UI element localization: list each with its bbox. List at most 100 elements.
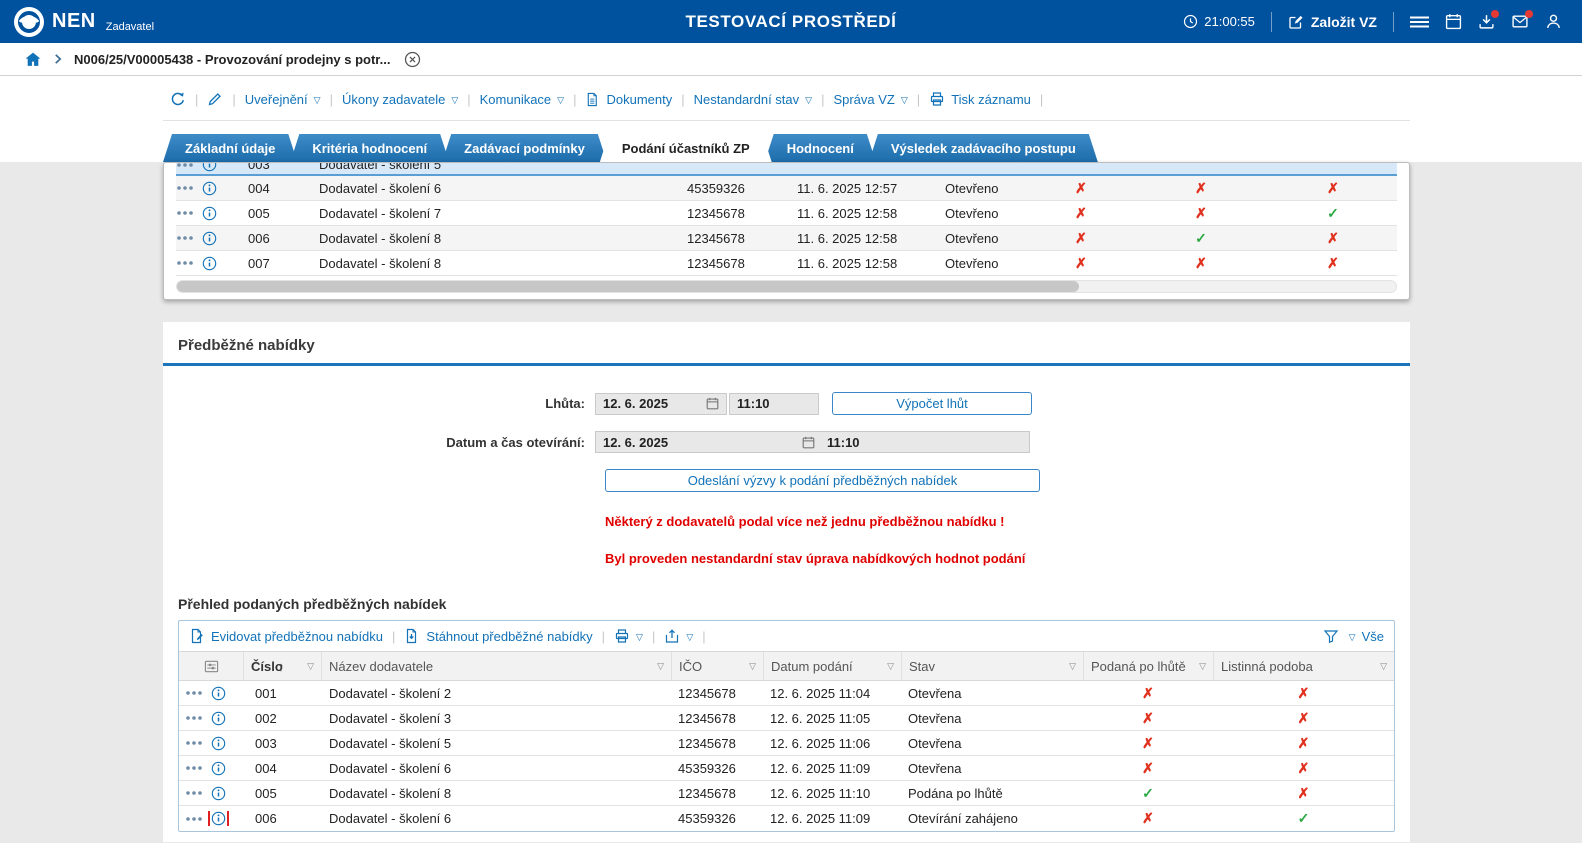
home-icon[interactable] (24, 51, 42, 68)
table-row[interactable]: 002Dodavatel - školení 31234567812. 6. 2… (179, 706, 1394, 731)
chevron-down-icon: ▽ (636, 632, 643, 643)
column-header-num[interactable]: Číslo↑▽ (243, 652, 321, 680)
create-vz-button[interactable]: Založit VZ (1288, 14, 1377, 30)
table-row[interactable]: 005Dodavatel - školení 71234567811. 6. 2… (176, 201, 1397, 226)
row-menu-icon[interactable] (185, 736, 203, 750)
table-row[interactable]: 004Dodavatel - školení 64535932611. 6. 2… (176, 176, 1397, 201)
row-info-icon[interactable] (202, 181, 217, 196)
row-menu-icon[interactable] (176, 231, 194, 245)
filter-caret-icon[interactable]: ▽ (1199, 661, 1206, 672)
breadcrumb-item[interactable]: N006/25/V00005438 - Provozování prodejny… (74, 52, 390, 67)
filter-caret-icon[interactable]: ▽ (1380, 661, 1387, 672)
column-header-name[interactable]: Název dodavatele▽ (321, 652, 671, 680)
column-header-paper[interactable]: Listinná podoba▽ (1213, 652, 1394, 680)
row-info-icon[interactable] (202, 256, 217, 271)
messages-icon[interactable] (1511, 13, 1529, 30)
tab-3[interactable]: Podání účastníků ZP (600, 134, 772, 162)
toolbar-item-3[interactable]: Dokumenty (585, 92, 672, 107)
document-icon (585, 92, 600, 107)
print-button[interactable]: ▽ (614, 628, 643, 644)
register-preliminary-offer-button[interactable]: Evidovat předběžnou nabídku (189, 628, 383, 644)
row-menu-icon[interactable] (176, 163, 194, 172)
calendar-icon[interactable] (706, 397, 719, 410)
toolbar-item-5[interactable]: Správa VZ▽ (833, 92, 907, 107)
column-settings-button[interactable] (179, 652, 243, 680)
chevron-down-icon: ▽ (451, 95, 458, 106)
table-row[interactable]: 006Dodavatel - školení 64535932612. 6. 2… (179, 806, 1394, 831)
row-menu-icon[interactable] (176, 256, 194, 270)
cell-status: Otevřeno (939, 176, 1031, 201)
downloads-icon[interactable] (1478, 13, 1495, 30)
edit-record-icon[interactable] (207, 91, 223, 107)
tab-2[interactable]: Zadávací podmínky (442, 134, 607, 162)
cell-status: Otevřeno (939, 201, 1031, 226)
row-info-icon[interactable] (202, 163, 217, 172)
cell-number: 006 (236, 226, 311, 251)
printer-icon (929, 91, 945, 107)
table-row[interactable]: 003Dodavatel - školení 5 (176, 163, 1397, 176)
row-info-icon[interactable] (211, 761, 226, 776)
cell-number: 004 (236, 176, 311, 201)
send-invitation-button[interactable]: Odeslání výzvy k podání předběžných nabí… (605, 469, 1040, 492)
toolbar-item-1[interactable]: Úkony zadavatele ▽ (342, 92, 458, 107)
calendar-icon[interactable] (1445, 13, 1462, 30)
deadline-date-field[interactable]: 12. 6. 2025 (595, 393, 727, 415)
toolbar-item-2[interactable]: Komunikace▽ (480, 92, 564, 107)
table-row[interactable]: 001Dodavatel - školení 21234567812. 6. 2… (179, 681, 1394, 706)
table-row[interactable]: 006Dodavatel - školení 81234567811. 6. 2… (176, 226, 1397, 251)
nen-home-link[interactable]: NEN Zadavatel (0, 7, 154, 37)
toolbar-item-label: Úkony zadavatele (342, 92, 445, 107)
tab-5[interactable]: Výsledek zadávacího postupu (869, 134, 1098, 162)
column-header-stav[interactable]: Stav▽ (901, 652, 1083, 680)
deadline-time-field[interactable]: 11:10 (729, 393, 819, 415)
row-menu-icon[interactable] (176, 206, 194, 220)
calendar-icon[interactable] (802, 436, 815, 449)
export-button[interactable]: ▽ (664, 628, 693, 644)
column-header-late[interactable]: Podaná po lhůtě▽ (1083, 652, 1213, 680)
table-row[interactable]: 003Dodavatel - školení 51234567812. 6. 2… (179, 731, 1394, 756)
filter-caret-icon[interactable]: ▽ (657, 661, 664, 672)
filter-caret-icon[interactable]: ▽ (1069, 661, 1076, 672)
filter-button[interactable] (1323, 628, 1339, 644)
filter-caret-icon[interactable]: ▽ (887, 661, 894, 672)
history-icon[interactable] (170, 91, 186, 107)
column-header-date[interactable]: Datum podání▽ (763, 652, 901, 680)
column-header-ico[interactable]: IČO▽ (671, 652, 763, 680)
row-info-icon[interactable] (211, 686, 226, 701)
row-menu-icon[interactable] (176, 181, 194, 195)
toolbar-item-4[interactable]: Nestandardní stav▽ (694, 92, 812, 107)
section-divider (163, 363, 1410, 366)
close-record-icon[interactable] (404, 51, 421, 68)
calculate-deadlines-button[interactable]: Výpočet lhůt (832, 392, 1032, 415)
toolbar-item-0[interactable]: Uveřejnění▽ (245, 92, 321, 107)
divider (1271, 12, 1272, 32)
partial-selected-row[interactable]: 003Dodavatel - školení 5 (176, 163, 1397, 176)
row-menu-icon[interactable] (185, 812, 203, 826)
scrollbar-thumb[interactable] (177, 281, 1079, 292)
row-info-icon[interactable] (211, 786, 226, 801)
opening-datetime-field[interactable]: 12. 6. 2025 11:10 (595, 431, 1030, 453)
row-menu-icon[interactable] (185, 761, 203, 775)
table-row[interactable]: 005Dodavatel - školení 81234567812. 6. 2… (179, 781, 1394, 806)
row-menu-icon[interactable] (185, 786, 203, 800)
row-info-icon[interactable] (202, 206, 217, 221)
filter-caret-icon[interactable]: ▽ (307, 661, 314, 672)
filter-caret-icon[interactable]: ▽ (749, 661, 756, 672)
toolbar-item-6[interactable]: Tisk záznamu (929, 91, 1031, 107)
menu-icon[interactable] (1410, 14, 1429, 30)
row-info-icon[interactable] (202, 231, 217, 246)
row-info-icon[interactable] (211, 711, 226, 726)
row-menu-icon[interactable] (185, 686, 203, 700)
horizontal-scrollbar[interactable] (176, 280, 1397, 293)
row-info-icon[interactable] (211, 811, 226, 826)
table-row[interactable]: 007Dodavatel - školení 81234567811. 6. 2… (176, 251, 1397, 276)
tab-0[interactable]: Základní údaje (163, 134, 297, 162)
tab-4[interactable]: Hodnocení (765, 134, 876, 162)
row-menu-icon[interactable] (185, 711, 203, 725)
tab-1[interactable]: Kritéria hodnocení (290, 134, 449, 162)
download-preliminary-offers-button[interactable]: Stáhnout předběžné nabídky (404, 628, 592, 644)
view-all-dropdown[interactable]: ▽ Vše (1349, 629, 1384, 644)
profile-icon[interactable] (1545, 13, 1562, 30)
table-row[interactable]: 004Dodavatel - školení 64535932612. 6. 2… (179, 756, 1394, 781)
row-info-icon[interactable] (211, 736, 226, 751)
